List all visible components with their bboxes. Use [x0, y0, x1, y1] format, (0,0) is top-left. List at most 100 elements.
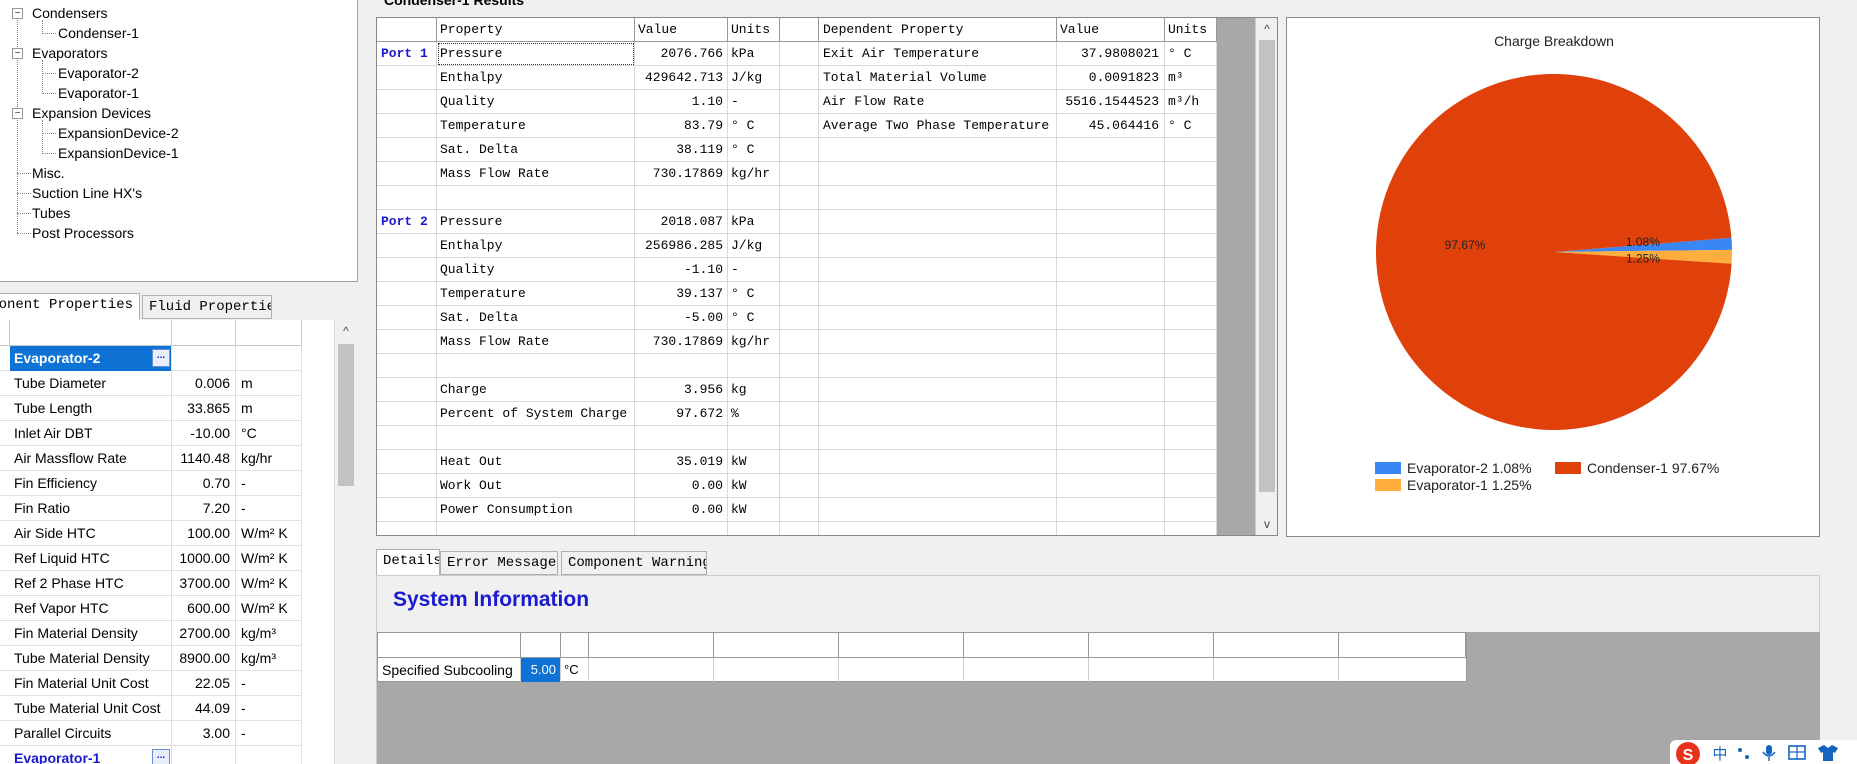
result-property[interactable] — [437, 186, 635, 210]
result-value[interactable]: 38.119 — [635, 138, 728, 162]
property-row[interactable]: Parallel Circuits 3.00 - — [0, 721, 302, 746]
scroll-down-icon[interactable]: v — [1256, 513, 1277, 535]
dependent-value[interactable] — [1057, 450, 1165, 474]
dependent-value[interactable]: 0.0091823 — [1057, 66, 1165, 90]
property-value[interactable]: 3700.00 — [172, 571, 236, 596]
property-value[interactable]: 33.865 — [172, 396, 236, 421]
punctuation-icon[interactable] — [1738, 748, 1749, 759]
results-row[interactable] — [377, 354, 1217, 378]
dependent-property[interactable] — [819, 306, 1057, 330]
result-value[interactable]: 1.10 — [635, 90, 728, 114]
collapse-icon[interactable]: − — [12, 48, 23, 59]
result-property[interactable] — [437, 426, 635, 450]
skin-icon[interactable] — [1818, 745, 1838, 761]
dependent-value[interactable] — [1057, 378, 1165, 402]
result-value[interactable]: -5.00 — [635, 306, 728, 330]
result-property[interactable]: Sat. Delta — [437, 138, 635, 162]
dependent-property[interactable]: Exit Air Temperature — [819, 42, 1057, 66]
results-row[interactable]: Port 2 Pressure 2018.087 kPa — [377, 210, 1217, 234]
result-property[interactable]: Pressure — [437, 42, 635, 66]
results-row[interactable] — [377, 426, 1217, 450]
results-row[interactable]: Power Consumption 0.00 kW — [377, 498, 1217, 522]
property-value[interactable]: 3.00 — [172, 721, 236, 746]
empty-cell[interactable] — [839, 658, 964, 682]
header-property[interactable]: Property — [437, 18, 635, 42]
ime-toolbar[interactable]: S 中 — [1670, 740, 1857, 764]
property-row[interactable]: Tube Diameter 0.006 m — [0, 371, 302, 396]
dependent-value[interactable]: 5516.1544523 — [1057, 90, 1165, 114]
property-row[interactable]: Tube Material Density 8900.00 kg/m³ — [0, 646, 302, 671]
property-value[interactable]: 0.70 — [172, 471, 236, 496]
results-row[interactable]: Mass Flow Rate 730.17869 kg/hr — [377, 162, 1217, 186]
property-group-evaporator-2[interactable]: Evaporator-2 ... — [0, 346, 302, 371]
property-row[interactable]: Ref 2 Phase HTC 3700.00 W/m² K — [0, 571, 302, 596]
tree-node-tubes[interactable]: Tubes — [32, 203, 70, 223]
results-row[interactable]: Charge 3.956 kg — [377, 378, 1217, 402]
property-value[interactable]: 600.00 — [172, 596, 236, 621]
dependent-value[interactable] — [1057, 258, 1165, 282]
result-property[interactable]: Percent of System Charge — [437, 402, 635, 426]
result-property[interactable]: Quality — [437, 90, 635, 114]
tab-component-properties[interactable]: Component Properties — [0, 293, 140, 320]
microphone-icon[interactable] — [1762, 745, 1776, 761]
results-row[interactable]: Enthalpy 256986.285 J/kg — [377, 234, 1217, 258]
empty-cell[interactable] — [1089, 658, 1214, 682]
dependent-property[interactable]: Air Flow Rate — [819, 90, 1057, 114]
result-value[interactable]: 97.672 — [635, 402, 728, 426]
results-grid[interactable]: Property Value Units Dependent Property … — [376, 17, 1278, 536]
property-value[interactable]: 1140.48 — [172, 446, 236, 471]
property-row[interactable]: Inlet Air DBT -10.00 °C — [0, 421, 302, 446]
dependent-value[interactable] — [1057, 330, 1165, 354]
property-row[interactable]: Fin Efficiency 0.70 - — [0, 471, 302, 496]
property-row[interactable]: Air Massflow Rate 1140.48 kg/hr — [0, 446, 302, 471]
result-property[interactable]: Mass Flow Rate — [437, 330, 635, 354]
tab-component-warnings[interactable]: Component Warnings — [561, 551, 707, 575]
dependent-value[interactable] — [1057, 186, 1165, 210]
result-value[interactable]: -1.10 — [635, 258, 728, 282]
property-value[interactable]: 22.05 — [172, 671, 236, 696]
dependent-value[interactable] — [1057, 402, 1165, 426]
header-dependent-property[interactable]: Dependent Property — [819, 18, 1057, 42]
property-grid[interactable]: Evaporator-2 ... Tube Diameter 0.006 m Tu… — [0, 320, 338, 764]
result-value[interactable]: 39.137 — [635, 282, 728, 306]
dependent-property[interactable] — [819, 138, 1057, 162]
tree-node-condensers[interactable]: Condensers — [32, 3, 108, 23]
result-value[interactable]: 730.17869 — [635, 162, 728, 186]
dependent-value[interactable] — [1057, 474, 1165, 498]
result-property[interactable]: Temperature — [437, 114, 635, 138]
property-value[interactable]: 100.00 — [172, 521, 236, 546]
result-value[interactable]: 0.00 — [635, 498, 728, 522]
ellipsis-button[interactable]: ... — [152, 749, 170, 764]
results-row[interactable]: Enthalpy 429642.713 J/kg Total Material … — [377, 66, 1217, 90]
empty-cell[interactable] — [964, 658, 1089, 682]
results-row[interactable] — [377, 522, 1217, 535]
tab-error-messages[interactable]: Error Messages — [440, 551, 558, 575]
scroll-up-icon[interactable]: ^ — [335, 320, 357, 342]
empty-cell[interactable] — [589, 658, 714, 682]
dependent-property[interactable]: Average Two Phase Temperature — [819, 114, 1057, 138]
result-property[interactable]: Heat Out — [437, 450, 635, 474]
dependent-property[interactable] — [819, 186, 1057, 210]
result-property[interactable]: Power Consumption — [437, 498, 635, 522]
tab-fluid-properties[interactable]: Fluid Properties — [142, 295, 272, 319]
results-scrollbar[interactable]: ^ v — [1255, 18, 1277, 535]
result-value[interactable]: 83.79 — [635, 114, 728, 138]
result-value[interactable] — [635, 426, 728, 450]
dependent-property[interactable] — [819, 450, 1057, 474]
dependent-property[interactable] — [819, 426, 1057, 450]
result-property[interactable] — [437, 354, 635, 378]
dependent-value[interactable] — [1057, 138, 1165, 162]
results-row[interactable]: Heat Out 35.019 kW — [377, 450, 1217, 474]
results-row[interactable]: Sat. Delta 38.119 ° C — [377, 138, 1217, 162]
results-row[interactable]: Temperature 83.79 ° C Average Two Phase … — [377, 114, 1217, 138]
header-dependent-units[interactable]: Units — [1165, 18, 1217, 42]
component-tree[interactable]: − Condensers Condenser-1 − Evaporators E… — [0, 0, 358, 282]
tree-node-evaporator-1[interactable]: Evaporator-1 — [58, 83, 139, 103]
property-grid-scrollbar[interactable]: ^ — [334, 320, 358, 764]
tree-node-misc[interactable]: Misc. — [32, 163, 65, 183]
dependent-property[interactable] — [819, 162, 1057, 186]
dependent-property[interactable] — [819, 402, 1057, 426]
scroll-up-icon[interactable]: ^ — [1256, 18, 1277, 40]
chinese-mode-icon[interactable]: 中 — [1712, 745, 1727, 763]
results-row[interactable]: Quality 1.10 - Air Flow Rate 5516.154452… — [377, 90, 1217, 114]
